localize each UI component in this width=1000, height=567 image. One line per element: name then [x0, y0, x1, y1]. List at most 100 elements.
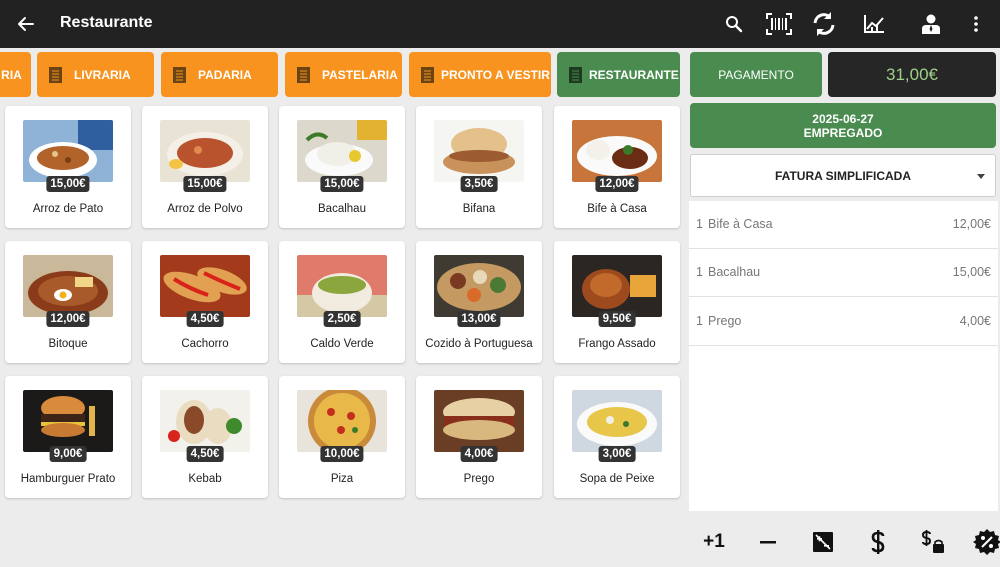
product-photo	[434, 120, 524, 182]
payment-cash-button[interactable]	[861, 525, 895, 559]
product-name: Bacalhau	[318, 203, 366, 215]
product-name: Bifana	[462, 203, 496, 215]
increment-button[interactable]: +1	[697, 525, 731, 559]
product-card[interactable]: 12,00€ Bitoque	[5, 241, 131, 363]
product-name: Caldo Verde	[310, 338, 374, 350]
category-tab-livraria[interactable]: LIVRARIA	[37, 52, 154, 97]
product-card[interactable]: 4,50€ Cachorro	[142, 241, 268, 363]
product-card[interactable]: 3,00€ Sopa de Peixe	[554, 376, 680, 498]
order-info-button[interactable]: 2025-06-27 EMPREGADO	[690, 103, 996, 148]
order-lines-list: 1 Bife à Casa 12,00€ 1 Bacalhau 15,00€ 1…	[689, 201, 998, 511]
payment-button[interactable]: PAGAMENTO	[690, 52, 822, 97]
order-employee: EMPREGADO	[803, 125, 883, 140]
category-label: PASTELARIA	[322, 67, 398, 82]
product-photo	[572, 255, 662, 317]
category-tab-pastelaria[interactable]: PASTELARIA	[285, 52, 402, 97]
product-price: 9,00€	[49, 446, 87, 462]
product-card[interactable]: 15,00€ Bacalhau	[279, 106, 405, 228]
price-tag-icon	[921, 530, 944, 553]
product-price: 12,00€	[595, 176, 639, 192]
back-button[interactable]	[10, 8, 42, 40]
product-card[interactable]: 2,50€ Caldo Verde	[279, 241, 405, 363]
product-card[interactable]: 13,00€ Cozido à Portuguesa	[416, 241, 542, 363]
user-icon	[922, 14, 940, 34]
discount-button[interactable]	[970, 525, 1000, 559]
order-line[interactable]: 1 Bife à Casa 12,00€	[689, 201, 998, 249]
plus-one-label: +1	[703, 531, 725, 552]
product-card[interactable]: 15,00€ Arroz de Pato	[5, 106, 131, 228]
page-title: Restaurante	[60, 14, 153, 31]
product-name: Arroz de Polvo	[167, 203, 243, 215]
product-price: 13,00€	[457, 311, 501, 327]
category-tab-restaurante[interactable]: RESTAURANTE	[557, 52, 680, 97]
product-photo	[160, 390, 250, 452]
chart-icon	[864, 15, 884, 33]
category-tab-padaria[interactable]: PADARIA	[161, 52, 278, 97]
line-qty: 1	[696, 314, 703, 328]
product-price: 4,00€	[460, 446, 498, 462]
line-qty: 1	[696, 265, 703, 279]
more-button[interactable]	[958, 6, 994, 42]
top-app-bar: Restaurante	[0, 0, 1000, 48]
product-grid: 15,00€ Arroz de Pato 15,00€ Arroz de Pol…	[0, 100, 684, 510]
product-name: Kebab	[188, 473, 222, 485]
product-photo	[160, 255, 250, 317]
product-card[interactable]: 10,00€ Piza	[279, 376, 405, 498]
product-price: 3,50€	[460, 176, 498, 192]
product-price: 15,00€	[320, 176, 364, 192]
line-desc: Prego	[708, 314, 742, 328]
product-photo	[297, 120, 387, 182]
product-card[interactable]: 9,00€ Hamburguer Prato	[5, 376, 131, 498]
edit-price-button[interactable]	[806, 525, 840, 559]
product-price: 9,50€	[598, 311, 636, 327]
search-button[interactable]	[716, 6, 752, 42]
document-type-select[interactable]: FATURA SIMPLIFICADA	[690, 154, 996, 197]
price-edit-icon	[813, 532, 833, 552]
product-price: 3,00€	[598, 446, 636, 462]
product-card[interactable]: 15,00€ Arroz de Polvo	[142, 106, 268, 228]
product-card[interactable]: 4,00€ Prego	[416, 376, 542, 498]
category-label: RIA	[1, 67, 22, 82]
sync-button[interactable]	[806, 6, 842, 42]
barcode-button[interactable]	[761, 6, 797, 42]
price-lock-button[interactable]	[916, 525, 950, 559]
order-line[interactable]: 1 Bacalhau 15,00€	[689, 249, 998, 297]
product-photo	[23, 390, 113, 452]
product-photo	[23, 120, 113, 182]
product-name: Bife à Casa	[587, 203, 647, 215]
category-label: PRONTO A VESTIR	[441, 67, 550, 82]
product-photo	[160, 120, 250, 182]
arrow-back-icon	[18, 17, 34, 31]
category-icon	[49, 66, 62, 83]
product-photo	[572, 390, 662, 452]
category-tab-pronto-a-vestir[interactable]: PRONTO A VESTIR	[409, 52, 551, 97]
decrement-button[interactable]	[751, 525, 785, 559]
category-label: RESTAURANTE	[589, 67, 679, 82]
order-line[interactable]: 1 Prego 4,00€	[689, 298, 998, 346]
product-price: 12,00€	[46, 311, 90, 327]
product-card[interactable]: 9,50€ Frango Assado	[554, 241, 680, 363]
product-card[interactable]: 3,50€ Bifana	[416, 106, 542, 228]
product-name: Piza	[330, 473, 354, 485]
minus-icon	[760, 541, 776, 544]
product-photo	[572, 120, 662, 182]
product-card[interactable]: 12,00€ Bife à Casa	[554, 106, 680, 228]
product-photo	[434, 390, 524, 452]
line-amount: 12,00€	[952, 217, 991, 231]
category-tab-partial[interactable]: RIA	[0, 52, 31, 97]
category-strip: RIA LIVRARIA PADARIA PASTELARIA PRONTO A…	[0, 52, 684, 97]
line-amount: 15,00€	[952, 265, 991, 279]
order-total: 31,00€	[828, 52, 996, 97]
product-name: Bitoque	[48, 338, 88, 350]
product-card[interactable]: 4,50€ Kebab	[142, 376, 268, 498]
product-name: Cozido à Portuguesa	[425, 338, 533, 350]
product-price: 4,50€	[186, 446, 224, 462]
product-photo	[297, 390, 387, 452]
user-button[interactable]	[913, 6, 949, 42]
line-desc: Bacalhau	[708, 265, 761, 279]
product-name: Cachorro	[181, 338, 229, 350]
stats-button[interactable]	[856, 6, 892, 42]
product-price: 4,50€	[186, 311, 224, 327]
product-price: 15,00€	[46, 176, 90, 192]
document-type-value: FATURA SIMPLIFICADA	[775, 168, 911, 183]
